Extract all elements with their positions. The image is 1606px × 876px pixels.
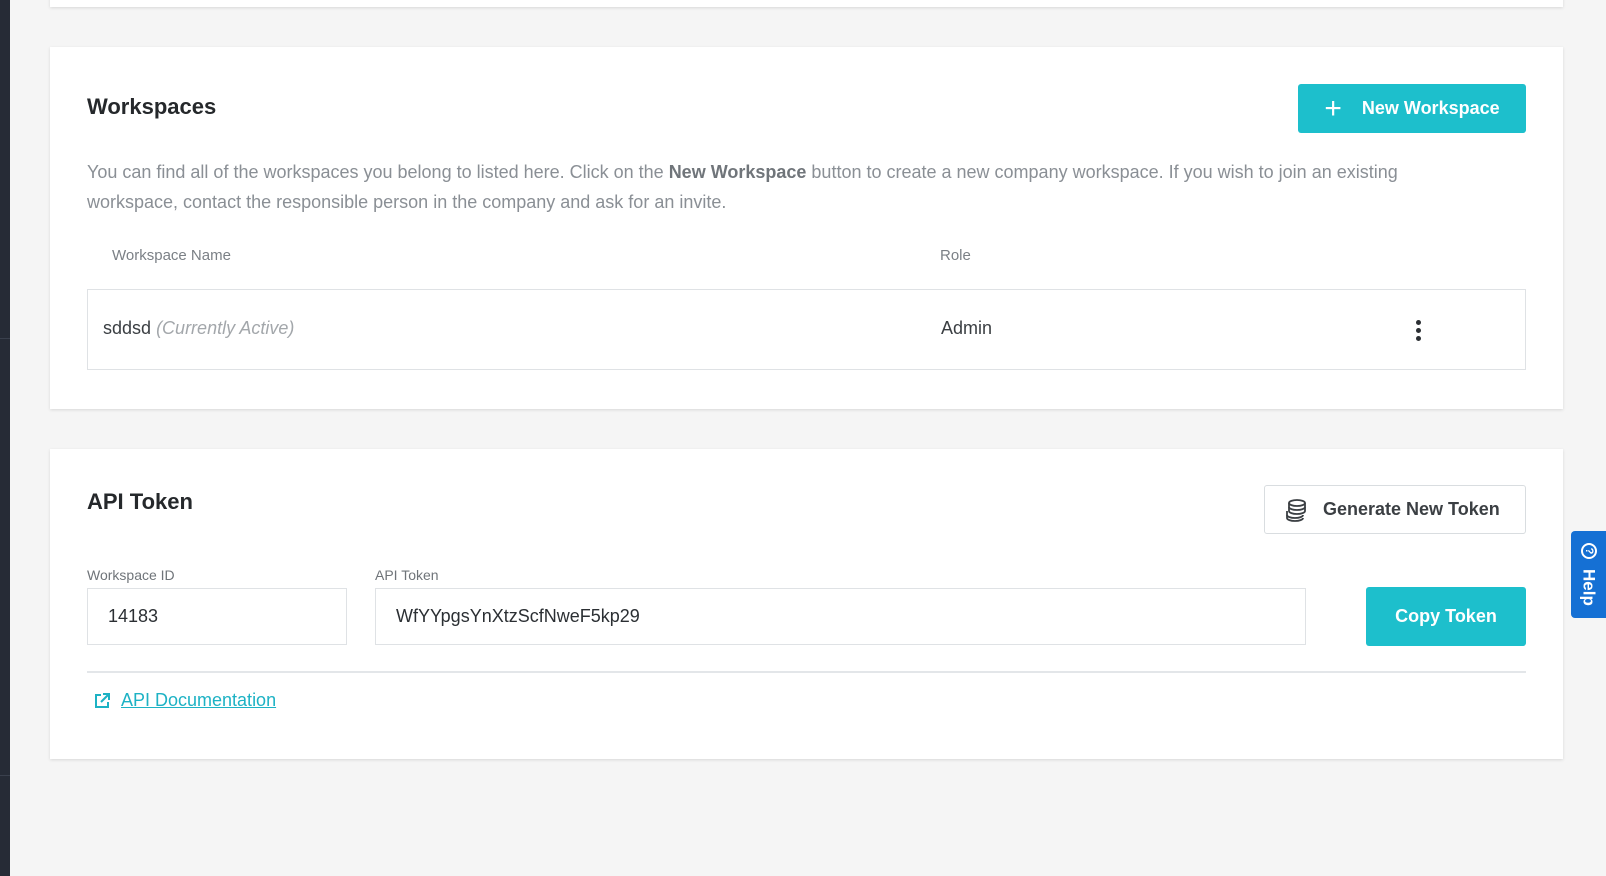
- external-link-icon: [95, 692, 110, 708]
- table-row[interactable]: sddsd (Currently Active) Admin: [87, 289, 1526, 370]
- copy-token-button[interactable]: Copy Token: [1366, 587, 1526, 646]
- column-header-role: Role: [940, 247, 971, 264]
- generate-token-button[interactable]: Generate New Token: [1264, 485, 1526, 534]
- api-documentation-link[interactable]: API Documentation: [93, 690, 276, 711]
- api-token-card: API Token Generate New Token Workspace I…: [50, 449, 1563, 759]
- previous-card: [50, 0, 1563, 7]
- api-token-field[interactable]: WfYYpgsYnXtzScfNweF5kp29: [375, 588, 1306, 645]
- sidebar-divider: [0, 338, 10, 339]
- new-workspace-label: New Workspace: [1361, 98, 1500, 118]
- new-workspace-button[interactable]: + New Workspace: [1298, 84, 1526, 133]
- help-tab[interactable]: ? Help: [1571, 531, 1606, 618]
- api-documentation-label: API Documentation: [121, 690, 277, 710]
- active-status: (Currently Active): [156, 318, 295, 338]
- workspace-id-label: Workspace ID: [87, 567, 175, 583]
- workspace-name: sddsd (Currently Active): [103, 318, 294, 339]
- workspace-role: Admin: [941, 318, 993, 338]
- workspace-name-text: sddsd: [103, 318, 152, 338]
- api-token-title: API Token: [87, 489, 193, 514]
- sidebar-edge: [0, 0, 10, 876]
- help-icon: ?: [1580, 543, 1597, 559]
- api-token-label: API Token: [375, 567, 439, 583]
- workspaces-description: You can find all of the workspaces you b…: [87, 157, 1457, 217]
- more-options-icon[interactable]: [1408, 316, 1428, 344]
- column-header-name: Workspace Name: [112, 247, 231, 264]
- generate-token-label: Generate New Token: [1323, 499, 1500, 519]
- sidebar-divider: [0, 775, 10, 776]
- database-icon: [1286, 498, 1306, 522]
- workspaces-title: Workspaces: [87, 94, 217, 119]
- description-text: You can find all of the workspaces you b…: [87, 162, 669, 182]
- divider: [87, 671, 1526, 673]
- help-label: Help: [1579, 569, 1599, 606]
- plus-icon: +: [1324, 91, 1342, 125]
- workspace-id-field[interactable]: 14183: [87, 588, 347, 645]
- description-bold: New Workspace: [668, 162, 807, 182]
- workspaces-card: Workspaces + New Workspace You can find …: [50, 47, 1563, 409]
